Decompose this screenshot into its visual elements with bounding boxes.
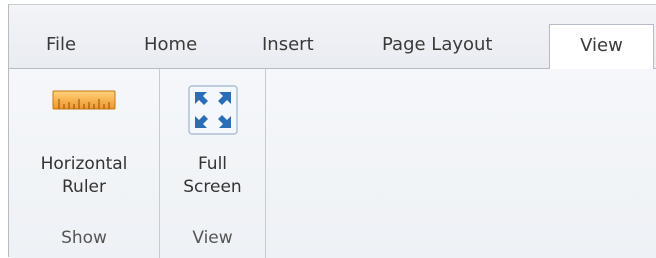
tab-insert[interactable]: Insert	[262, 32, 314, 58]
tab-home[interactable]: Home	[144, 32, 197, 58]
horizontal-ruler-label: Horizontal Ruler	[9, 153, 159, 199]
tab-file[interactable]: File	[46, 32, 76, 58]
tab-view[interactable]: View	[549, 24, 654, 70]
horizontal-ruler-button[interactable]: Horizontal Ruler	[9, 69, 159, 221]
show-group-label: Show	[61, 228, 107, 248]
full-screen-label-line1: Full	[197, 154, 228, 174]
full-screen-button[interactable]: Full Screen	[160, 69, 265, 221]
full-screen-icon	[187, 85, 238, 139]
view-group-label: View	[192, 228, 233, 248]
ribbon-tab-bar: File Home Insert Page Layout View	[9, 5, 656, 70]
full-screen-label: Full Screen	[160, 153, 265, 199]
show-group: Horizontal Ruler Show	[9, 69, 160, 258]
horizontal-ruler-label-line1: Horizontal	[40, 154, 128, 174]
view-group: Full Screen View	[160, 69, 266, 258]
ribbon-panel: Horizontal Ruler Show Full Screen View	[9, 69, 656, 258]
tab-page-layout[interactable]: Page Layout	[382, 32, 493, 58]
full-screen-label-line2: Screen	[183, 177, 242, 197]
ruler-icon	[52, 85, 116, 119]
ribbon: File Home Insert Page Layout View Horizo…	[8, 4, 656, 258]
horizontal-ruler-label-line2: Ruler	[62, 177, 106, 197]
